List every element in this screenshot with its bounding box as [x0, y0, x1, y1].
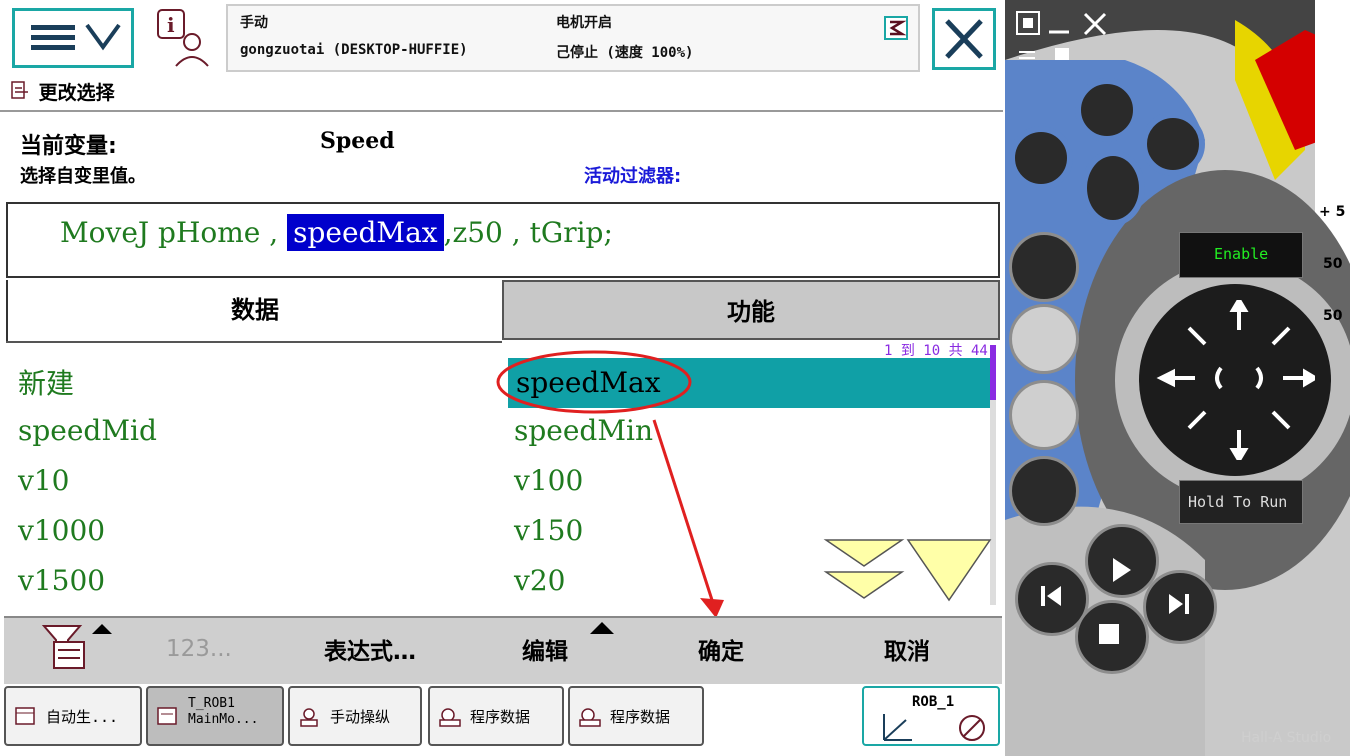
task-program-editor[interactable]: T_ROB1 MainMo...	[146, 686, 284, 746]
jog-icon	[300, 708, 318, 727]
list-item[interactable]: speedMid	[18, 414, 157, 447]
page-info: 1 到 10 共 44	[884, 343, 988, 359]
speed-indicator-icon[interactable]	[884, 16, 908, 40]
jog-button-top[interactable]	[1075, 78, 1139, 142]
list-item[interactable]: speedMax	[516, 366, 661, 399]
list-item[interactable]: speedMin	[514, 414, 653, 447]
active-filter-label: 活动过滤器:	[584, 166, 682, 187]
enable-button[interactable]: Enable	[1179, 232, 1303, 278]
task-label: 手动操纵	[330, 708, 391, 726]
current-variable-value: Speed	[320, 128, 395, 154]
view-title-text: 更改选择	[38, 82, 115, 104]
list-item[interactable]: v150	[514, 514, 583, 547]
virtual-flexpendant: Enable Hold To Run + 5 50 50 Hall-A Stud…	[1005, 0, 1350, 756]
jog-button-right[interactable]	[1141, 112, 1205, 176]
cancel-button[interactable]: 取消	[884, 632, 930, 666]
motion-mode-button[interactable]	[1009, 304, 1079, 374]
speed-label: 50	[1323, 256, 1343, 272]
status-bar: 手动 gongzuotai (DESKTOP-HUFFIE) 电机开启 己停止 …	[226, 4, 920, 72]
tab-function[interactable]: 功能	[502, 280, 1000, 340]
task-auto-generate[interactable]: 自动生...	[4, 686, 142, 746]
selected-argument[interactable]: speedMax	[287, 214, 444, 251]
close-icon	[945, 19, 983, 59]
enable-label: Enable	[1214, 245, 1269, 263]
tab-underline	[6, 341, 502, 343]
list-item[interactable]: v10	[18, 464, 69, 497]
list-item[interactable]: v1500	[18, 564, 105, 597]
view-title: 更改选择	[10, 78, 115, 104]
jog-button-left[interactable]	[1009, 126, 1073, 190]
svg-text:i: i	[167, 13, 175, 37]
task-jogging[interactable]: 手动操纵	[288, 686, 422, 746]
task-program-data[interactable]: 程序数据	[428, 686, 564, 746]
divider	[0, 110, 1003, 112]
robot-axes-icon	[883, 714, 985, 741]
ok-button[interactable]: 确定	[698, 632, 744, 666]
motor-status: 电机开启	[556, 15, 612, 31]
program-state: 己停止 (速度 100%)	[556, 45, 694, 61]
instruction-text: MoveJ pHome , speedMax ,z50 , tGrip;	[60, 214, 613, 251]
window-controls[interactable]	[1015, 10, 1115, 66]
quickset-button[interactable]: ROB_1	[862, 686, 1000, 746]
data-icon	[579, 708, 601, 727]
hold-label: Hold To Run	[1188, 493, 1288, 511]
program-view-icon	[11, 81, 28, 99]
tab-data[interactable]: 数据	[6, 280, 502, 342]
data-icon	[439, 708, 461, 727]
expression-button[interactable]: 表达式…	[324, 632, 416, 666]
jog-button-center[interactable]	[1081, 150, 1145, 226]
tab-function-label: 功能	[727, 298, 775, 326]
hold-to-run-button[interactable]: Hold To Run	[1179, 480, 1303, 524]
selection-hint: 选择自变里值。	[20, 166, 146, 187]
task-label: 程序数据	[610, 708, 671, 726]
pendant-screen: i 手动 gongzuotai (DESKTOP-HUFFIE) 电机开启 己停…	[0, 0, 1005, 756]
caret-up-icon	[590, 622, 614, 634]
speed-label-2: 50	[1323, 308, 1343, 324]
list-item[interactable]: 新建	[18, 362, 74, 402]
task-label: 自动生...	[46, 708, 119, 726]
instruction-prefix: MoveJ pHome ,	[60, 216, 279, 249]
joystick-icon[interactable]	[1155, 300, 1315, 460]
current-variable-label: 当前变量:	[20, 134, 117, 159]
window-icon	[15, 707, 35, 725]
hamburger-chevron-icon	[31, 23, 121, 51]
filter-icon[interactable]	[40, 622, 116, 672]
operating-mode: 手动	[240, 15, 268, 31]
tab-data-label: 数据	[231, 296, 279, 324]
list-item[interactable]: v100	[514, 464, 583, 497]
list-item[interactable]: v20	[514, 564, 565, 597]
increment-label: + 5	[1319, 204, 1346, 220]
task-label: T_ROB1 MainMo...	[188, 696, 259, 727]
list-item[interactable]: v1000	[18, 514, 105, 547]
numeric-button[interactable]: 123...	[166, 636, 232, 662]
edit-button[interactable]: 编辑	[522, 632, 568, 666]
step-forward-button[interactable]	[1143, 570, 1217, 644]
task-program-data-2[interactable]: 程序数据	[568, 686, 704, 746]
station-name: gongzuotai (DESKTOP-HUFFIE)	[240, 42, 468, 58]
instruction-suffix: ,z50 , tGrip;	[443, 216, 613, 249]
increment-button[interactable]	[1009, 456, 1079, 526]
close-button[interactable]	[932, 8, 996, 70]
stop-button[interactable]	[1075, 600, 1149, 674]
page-down-icon[interactable]	[820, 536, 996, 606]
command-bar	[4, 616, 1002, 684]
program-icon	[157, 707, 177, 725]
task-label: 程序数据	[470, 708, 531, 726]
mechanical-unit-button[interactable]	[1009, 232, 1079, 302]
axis-toggle-button[interactable]	[1009, 380, 1079, 450]
main-menu-button[interactable]	[12, 8, 134, 68]
operator-info-icon[interactable]: i	[152, 8, 212, 70]
watermark: Hall-A Studio	[1241, 730, 1332, 746]
list-scroll-thumb[interactable]	[990, 345, 996, 400]
